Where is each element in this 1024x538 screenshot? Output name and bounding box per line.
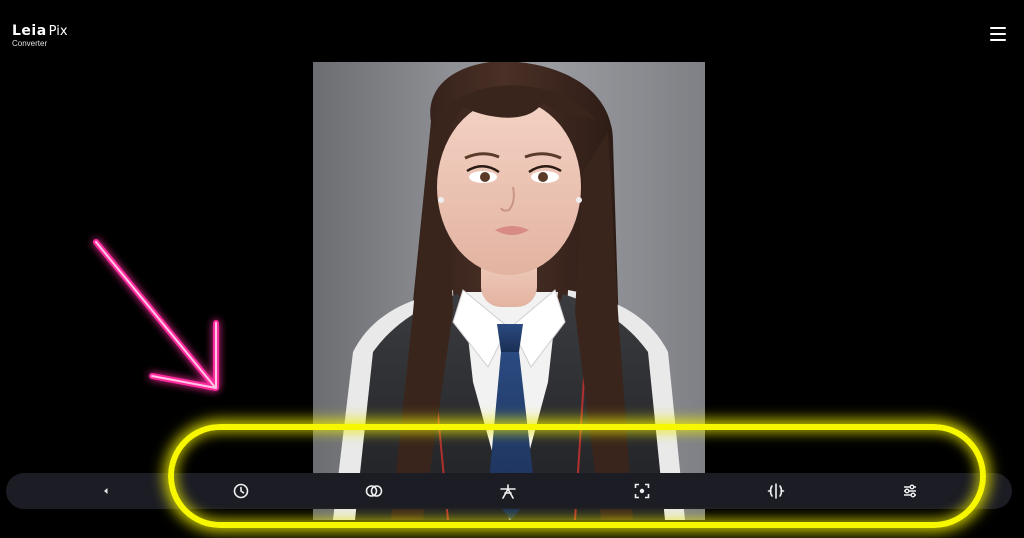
chevron-left-icon[interactable] — [96, 481, 116, 501]
top-bar: Leia Pix Converter — [0, 0, 1024, 60]
edit-toolbar — [6, 473, 1012, 509]
overlap-circles-icon[interactable] — [364, 481, 384, 501]
portrait-illustration — [333, 62, 685, 520]
logo-subtitle: Converter — [12, 39, 48, 48]
logo-product: Pix — [48, 24, 68, 39]
logo-brand: Leia — [12, 23, 47, 39]
converted-image — [313, 62, 705, 520]
app-window: Leia Pix Converter — [0, 0, 1024, 538]
depth-split-icon[interactable] — [766, 481, 786, 501]
sliders-icon[interactable] — [900, 481, 920, 501]
app-logo[interactable]: Leia Pix Converter — [12, 24, 68, 48]
pointer-arrow-annotation — [93, 239, 219, 391]
logo-row: Leia Pix — [12, 24, 68, 38]
hamburger-menu-icon[interactable] — [990, 27, 1006, 43]
focus-frame-icon[interactable] — [632, 481, 652, 501]
perspective-icon[interactable] — [498, 481, 518, 501]
clock-icon[interactable] — [231, 481, 251, 501]
